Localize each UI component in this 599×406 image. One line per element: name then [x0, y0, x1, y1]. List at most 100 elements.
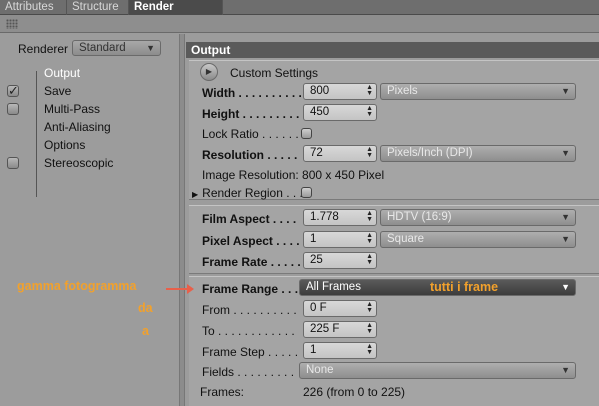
pixel-aspect-value: 1 — [310, 233, 317, 245]
chevron-down-icon: ▼ — [561, 86, 570, 96]
frame-step-value: 1 — [310, 344, 317, 356]
to-value: 225 F — [310, 323, 340, 335]
tree-item-save[interactable]: Save — [0, 82, 178, 100]
film-aspect-value: 1.778 — [310, 211, 339, 223]
resolution-unit-select[interactable]: Pixels/Inch (DPI) ▼ — [380, 145, 576, 162]
from-label: From . . . . . . . . . . — [202, 303, 297, 317]
pixel-aspect-field[interactable]: 1 ▲ ▼ — [303, 231, 377, 248]
tree-item-output[interactable]: Output — [0, 64, 178, 82]
resolution-value: 72 — [310, 147, 323, 159]
renderer-value: Standard — [79, 42, 126, 54]
frame-rate-label: Frame Rate . . . . . — [202, 255, 301, 269]
tree-item-label: Anti-Aliasing — [44, 120, 111, 134]
grip-icon[interactable] — [6, 19, 18, 29]
resolution-unit-value: Pixels/Inch (DPI) — [387, 147, 473, 159]
custom-settings-label: Custom Settings — [230, 66, 319, 80]
renderer-label: Renderer — [18, 42, 69, 56]
frame-step-label: Frame Step . . . . . — [202, 345, 299, 359]
annotation-to: a — [142, 324, 149, 338]
toolbar — [0, 15, 599, 33]
fields-value: None — [306, 364, 334, 376]
height-field[interactable]: 450 ▲ ▼ — [303, 104, 377, 121]
multi-pass-checkbox[interactable] — [7, 103, 19, 115]
resolution-group: ▶ Custom Settings Width . . . . . . . . … — [189, 60, 599, 200]
aspect-group: Film Aspect . . . . 1.778 ▲ ▼ HDTV (16:9)… — [189, 205, 599, 274]
film-aspect-field[interactable]: 1.778 ▲ ▼ — [303, 209, 377, 226]
tree-item-multi-pass[interactable]: Multi-Pass — [0, 100, 178, 118]
play-icon[interactable]: ▶ — [200, 63, 218, 81]
film-aspect-preset-select[interactable]: HDTV (16:9) ▼ — [380, 209, 576, 226]
tree-item-label: Save — [44, 84, 72, 98]
film-aspect-label: Film Aspect . . . . — [202, 212, 297, 226]
lock-ratio-checkbox[interactable] — [301, 128, 312, 139]
height-label: Height . . . . . . . . . — [202, 107, 300, 121]
tab-bar: Attributes Structure Render Settings — [0, 0, 599, 27]
settings-tree-panel: Renderer Standard ▼ Output Save Multi-Pa… — [0, 34, 178, 406]
annotation-from: da — [138, 301, 153, 315]
renderer-select[interactable]: Standard ▼ — [72, 40, 161, 56]
chevron-down-icon: ▼ — [561, 212, 570, 222]
frames-label: Frames: — [200, 385, 245, 399]
frame-rate-field[interactable]: 25 ▲ ▼ — [303, 252, 377, 269]
width-field[interactable]: 800 ▲ ▼ — [303, 83, 377, 100]
resolution-label: Resolution . . . . . — [202, 148, 298, 162]
fields-select[interactable]: None ▼ — [299, 362, 576, 379]
stepper-icon[interactable]: ▲ ▼ — [366, 301, 373, 314]
to-field[interactable]: 225 F ▲ ▼ — [303, 321, 377, 338]
tree-item-label: Options — [44, 138, 86, 152]
pixel-aspect-label: Pixel Aspect . . . . — [202, 234, 300, 248]
chevron-down-icon: ▼ — [561, 365, 570, 375]
tree-item-label: Multi-Pass — [44, 102, 101, 116]
to-label: To . . . . . . . . . . . . — [202, 324, 295, 338]
pixel-aspect-preset-value: Square — [387, 233, 425, 245]
arrow-right-icon — [166, 284, 194, 294]
width-unit-select[interactable]: Pixels ▼ — [380, 83, 576, 100]
resolution-field[interactable]: 72 ▲ ▼ — [303, 145, 377, 162]
tree-item-stereoscopic[interactable]: Stereoscopic — [0, 154, 178, 172]
stepper-icon[interactable]: ▲ ▼ — [366, 253, 373, 266]
chevron-down-icon: ▼ — [561, 282, 570, 292]
section-title: Output — [186, 42, 599, 58]
frame-step-field[interactable]: 1 ▲ ▼ — [303, 342, 377, 359]
from-field[interactable]: 0 F ▲ ▼ — [303, 300, 377, 317]
stepper-icon[interactable]: ▲ ▼ — [366, 232, 373, 245]
width-unit-value: Pixels — [387, 85, 418, 97]
stereoscopic-checkbox[interactable] — [7, 157, 19, 169]
frames-value: 226 (from 0 to 225) — [303, 385, 406, 399]
stepper-icon[interactable]: ▲ ▼ — [366, 84, 373, 97]
frame-range-value: All Frames — [306, 281, 361, 293]
save-checkbox[interactable] — [7, 82, 19, 100]
render-region-checkbox[interactable] — [301, 187, 312, 198]
tree-item-anti-aliasing[interactable]: Anti-Aliasing — [0, 118, 178, 136]
pixel-aspect-preset-select[interactable]: Square ▼ — [380, 231, 576, 248]
tree-item-options[interactable]: Options — [0, 136, 178, 154]
tab-render-settings[interactable]: Render Settings — [129, 0, 223, 27]
tree-item-label: Stereoscopic — [44, 156, 114, 170]
tree-item-label: Output — [44, 66, 81, 80]
width-label: Width . . . . . . . . . . — [202, 86, 302, 100]
disclosure-triangle-icon[interactable]: ▶ — [192, 190, 198, 199]
output-settings-panel: Output ▶ Custom Settings Width . . . . .… — [186, 34, 599, 406]
stepper-icon[interactable]: ▲ ▼ — [366, 343, 373, 356]
chevron-down-icon: ▼ — [561, 234, 570, 244]
stepper-icon[interactable]: ▲ ▼ — [366, 210, 373, 223]
chevron-down-icon: ▼ — [561, 148, 570, 158]
image-resolution-text: Image Resolution: 800 x 450 Pixel — [202, 168, 385, 182]
tab-structure[interactable]: Structure — [67, 0, 129, 15]
frame-rate-value: 25 — [310, 254, 323, 266]
lock-ratio-label: Lock Ratio . . . . . . . — [202, 127, 306, 141]
annotation-frame-range: gamma fotogramma — [17, 279, 137, 293]
panel-divider[interactable] — [179, 34, 185, 406]
frame-range-label: Frame Range . . . — [202, 282, 299, 296]
annotation-all-frames: tutti i frame — [430, 280, 499, 294]
stepper-icon[interactable]: ▲ ▼ — [366, 105, 373, 118]
render-region-text: Render Region . . . — [202, 186, 303, 200]
film-aspect-preset-value: HDTV (16:9) — [387, 211, 452, 223]
stepper-icon[interactable]: ▲ ▼ — [366, 146, 373, 159]
stepper-icon[interactable]: ▲ ▼ — [366, 322, 373, 335]
height-value: 450 — [310, 106, 330, 118]
frame-range-group: Frame Range . . . All Frames ▼ From . . … — [189, 276, 599, 406]
width-value: 800 — [310, 85, 330, 97]
render-region-label[interactable]: ▶ Render Region . . . — [192, 185, 303, 203]
tab-attributes[interactable]: Attributes — [0, 0, 67, 15]
